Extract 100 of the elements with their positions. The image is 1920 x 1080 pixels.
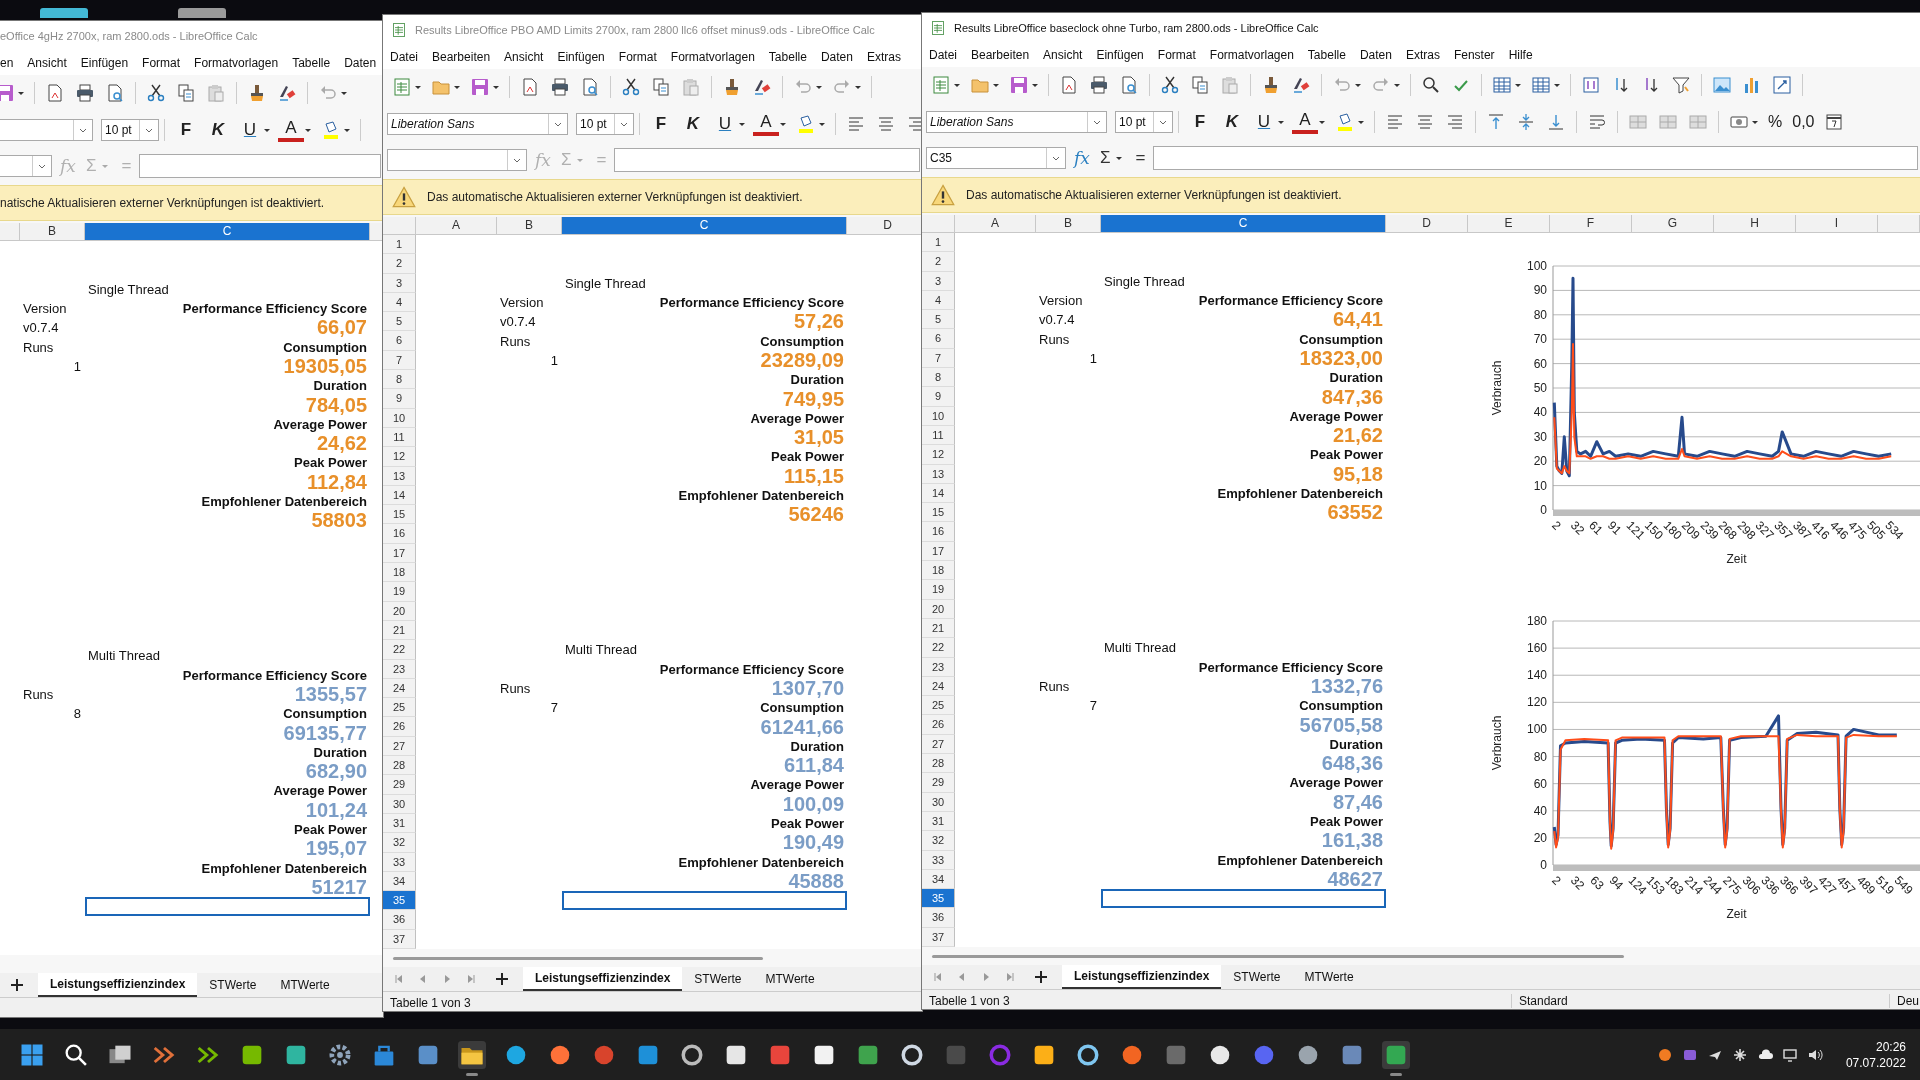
tick-label: 80 <box>1533 307 1547 322</box>
metric-value: 115,15 <box>783 466 845 486</box>
cell-text: v0.7.4 <box>499 314 536 330</box>
metric-label: Average Power <box>750 777 845 793</box>
notification-text: natische Aktualisieren externer Verknüpfungen ist deaktiviert. <box>0 196 325 210</box>
tick-label: 61 <box>1586 518 1606 538</box>
cell-text: Runs <box>22 686 54 702</box>
cell-text: v0.7.4 <box>1038 312 1075 328</box>
metric-value: 69135,77 <box>283 723 368 743</box>
tick-label: 20 <box>1533 454 1547 469</box>
metric-value: 21,62 <box>1332 426 1384 446</box>
tick-label: 2 <box>1549 873 1564 888</box>
metric-label: Consumption <box>760 333 845 349</box>
cell-text: Runs <box>22 339 54 355</box>
metric-label: Average Power <box>273 416 368 432</box>
tick-label: 60 <box>1533 356 1547 371</box>
metric-value: 56705,58 <box>1299 715 1384 735</box>
metric-value: 51217 <box>311 877 368 897</box>
metric-label: Consumption <box>1299 331 1384 347</box>
metric-value: 18323,00 <box>1299 348 1384 368</box>
metric-label: Empfohlener Datenbereich <box>678 488 845 503</box>
metric-value: 45888 <box>788 871 845 891</box>
metric-value: 190,49 <box>782 833 845 853</box>
metric-value: 682,90 <box>305 762 368 782</box>
metric-value: 101,24 <box>305 800 368 820</box>
metric-value: 847,36 <box>1321 387 1384 407</box>
metric-label: Performance Efficiency Score <box>659 661 845 677</box>
metric-label: Duration <box>1329 736 1384 752</box>
metric-label: Average Power <box>1289 408 1384 424</box>
cell-text: Version <box>22 301 67 317</box>
metric-label: Performance Efficiency Score <box>182 301 368 317</box>
tick-label: 0 <box>1540 858 1547 872</box>
metric-label: Performance Efficiency Score <box>1198 293 1384 309</box>
tick-label: 91 <box>1604 518 1625 538</box>
metric-value: 95,18 <box>1332 464 1384 484</box>
tick-label: 10 <box>1533 478 1547 493</box>
metric-label: Consumption <box>283 339 368 355</box>
metric-label: Duration <box>313 744 368 760</box>
metric-label: Peak Power <box>294 822 368 838</box>
section-title: Single Thread <box>1103 273 1185 289</box>
metric-label: Peak Power <box>294 455 368 471</box>
tick-label: 0 <box>1540 503 1547 517</box>
axis-title: Zeit <box>1726 552 1747 566</box>
tick-label: 100 <box>1526 259 1547 273</box>
metric-value: 23289,09 <box>760 350 845 370</box>
metric-value: 64,41 <box>1332 310 1384 330</box>
tick-label: 40 <box>1533 405 1547 420</box>
tick-label: 40 <box>1533 803 1547 818</box>
cell-text: Runs <box>499 680 531 696</box>
metric-label: Consumption <box>1299 698 1384 714</box>
tick-label: 180 <box>1526 614 1547 628</box>
cell-number: 1 <box>1089 350 1098 366</box>
metric-label: Performance Efficiency Score <box>182 667 368 683</box>
metric-label: Consumption <box>760 700 845 716</box>
metric-label: Duration <box>1329 370 1384 386</box>
section-title: Single Thread <box>564 275 646 291</box>
metric-label: Performance Efficiency Score <box>1198 659 1384 675</box>
axis-title: Verbrauch <box>1490 360 1504 416</box>
metric-value: 1307,70 <box>771 678 845 698</box>
tick-label: 90 <box>1533 283 1547 298</box>
status-text: Standard <box>1512 994 1890 1008</box>
metric-label: Duration <box>790 738 845 754</box>
metric-value: 749,95 <box>782 389 845 409</box>
metric-value: 58803 <box>311 511 368 531</box>
metric-label: Peak Power <box>1310 814 1384 830</box>
metric-value: 48627 <box>1327 869 1384 889</box>
metric-value: 24,62 <box>316 434 368 454</box>
tick-label: 63 <box>1587 873 1607 893</box>
axis-title: Zeit <box>1726 907 1747 921</box>
metric-label: Consumption <box>283 706 368 722</box>
axis-title: Verbrauch <box>1490 715 1504 771</box>
metric-label: Duration <box>313 378 368 394</box>
cell-number: 1 <box>550 352 559 368</box>
metric-label: Duration <box>790 372 845 388</box>
metric-value: 161,38 <box>1321 831 1384 851</box>
metric-value: 31,05 <box>793 428 845 448</box>
cell-text: Version <box>499 295 544 311</box>
notification-text: Das automatische Aktualisieren externer Verknüpfungen ist deaktiviert. <box>966 188 1342 202</box>
metric-value: 611,84 <box>783 756 845 776</box>
metric-value: 56246 <box>788 505 845 525</box>
cell-number: 8 <box>73 706 82 722</box>
tick-label: 20 <box>1533 830 1547 845</box>
tick-label: 70 <box>1533 332 1547 347</box>
status-text: Deu <box>1896 994 1919 1008</box>
section-title: Multi Thread <box>1103 640 1176 656</box>
section-title: Single Thread <box>87 281 169 297</box>
cell-number: 7 <box>1089 698 1098 714</box>
cell-number: 7 <box>550 700 559 716</box>
metric-label: Peak Power <box>771 816 845 832</box>
tick-label: 32 <box>1567 518 1588 538</box>
status-text: Tabelle 1 von 3 <box>922 994 1512 1008</box>
metric-value: 112,84 <box>306 472 368 492</box>
metric-label: Empfohlener Datenbereich <box>1217 486 1384 501</box>
metric-label: Empfohlener Datenbereich <box>201 860 368 876</box>
metric-label: Peak Power <box>771 449 845 465</box>
metric-label: Average Power <box>1289 775 1384 791</box>
cell-text: Version <box>1038 293 1083 309</box>
cell-text: Runs <box>1038 331 1070 347</box>
tick-label: 80 <box>1533 749 1547 764</box>
tick-label: 30 <box>1533 429 1547 444</box>
